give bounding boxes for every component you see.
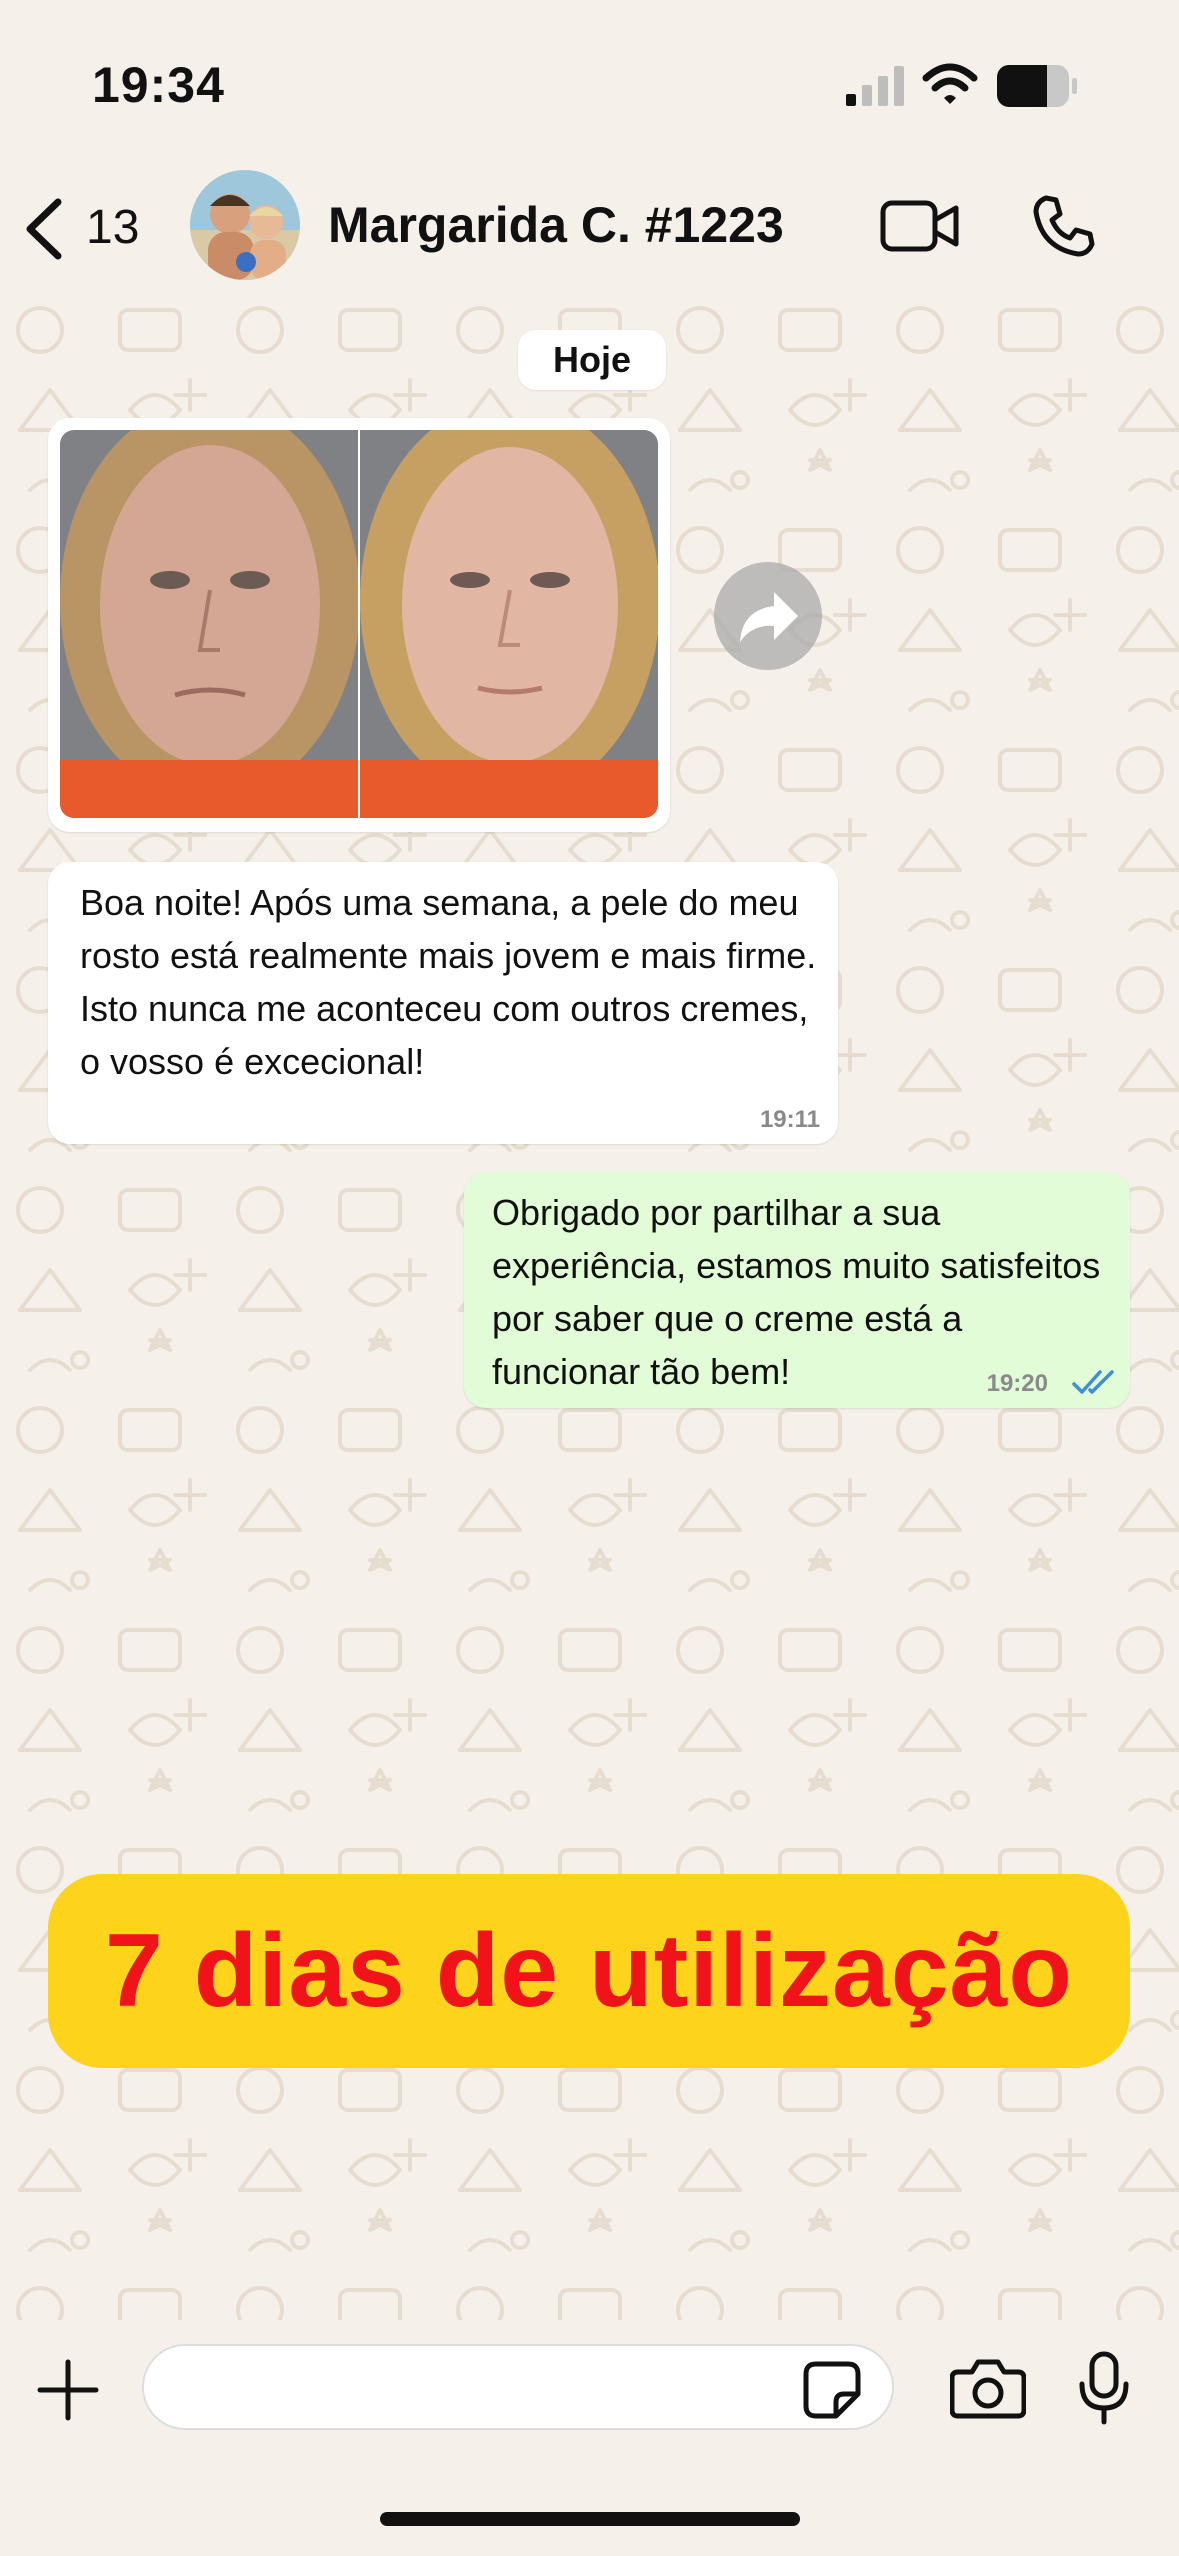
promo-banner: 7 dias de utilização [48,1874,1130,2068]
forward-button[interactable] [714,562,822,670]
wifi-icon [922,63,978,104]
plus-icon[interactable] [36,2358,100,2422]
status-bar: 19:34 [0,0,1179,160]
avatar[interactable] [190,170,300,280]
phone-icon[interactable] [1032,194,1096,258]
outgoing-message[interactable]: Obrigado por partilhar a sua experiência… [464,1172,1130,1408]
home-indicator[interactable] [380,2512,800,2526]
outgoing-message-time: 19:20 [986,1370,1048,1397]
outgoing-message-text: Obrigado por partilhar a sua experiência… [492,1192,1101,1392]
microphone-icon[interactable] [1076,2350,1132,2426]
double-check-icon [1072,1370,1114,1394]
incoming-message[interactable]: Boa noite! Após uma semana, a pele do me… [48,862,838,1144]
incoming-message-time: 19:11 [759,1106,820,1133]
image-message[interactable] [48,418,670,832]
unread-count[interactable]: 13 [86,200,139,255]
signal-icon [846,66,904,106]
camera-icon[interactable] [950,2356,1026,2420]
chevron-left-icon[interactable] [20,196,68,262]
sticker-icon[interactable] [802,2360,862,2420]
before-after-photo[interactable] [60,430,658,818]
status-time: 19:34 [92,57,225,113]
battery-icon [997,65,1077,107]
forward-icon [740,592,798,642]
contact-name[interactable]: Margarida C. #1223 [328,196,784,254]
incoming-message-text: Boa noite! Após uma semana, a pele do me… [80,882,817,1082]
video-call-icon[interactable] [880,198,960,254]
chat-header: 13 Margarida C. #1223 [0,160,1179,290]
message-input[interactable] [142,2344,894,2430]
date-label: Hoje [518,330,666,390]
